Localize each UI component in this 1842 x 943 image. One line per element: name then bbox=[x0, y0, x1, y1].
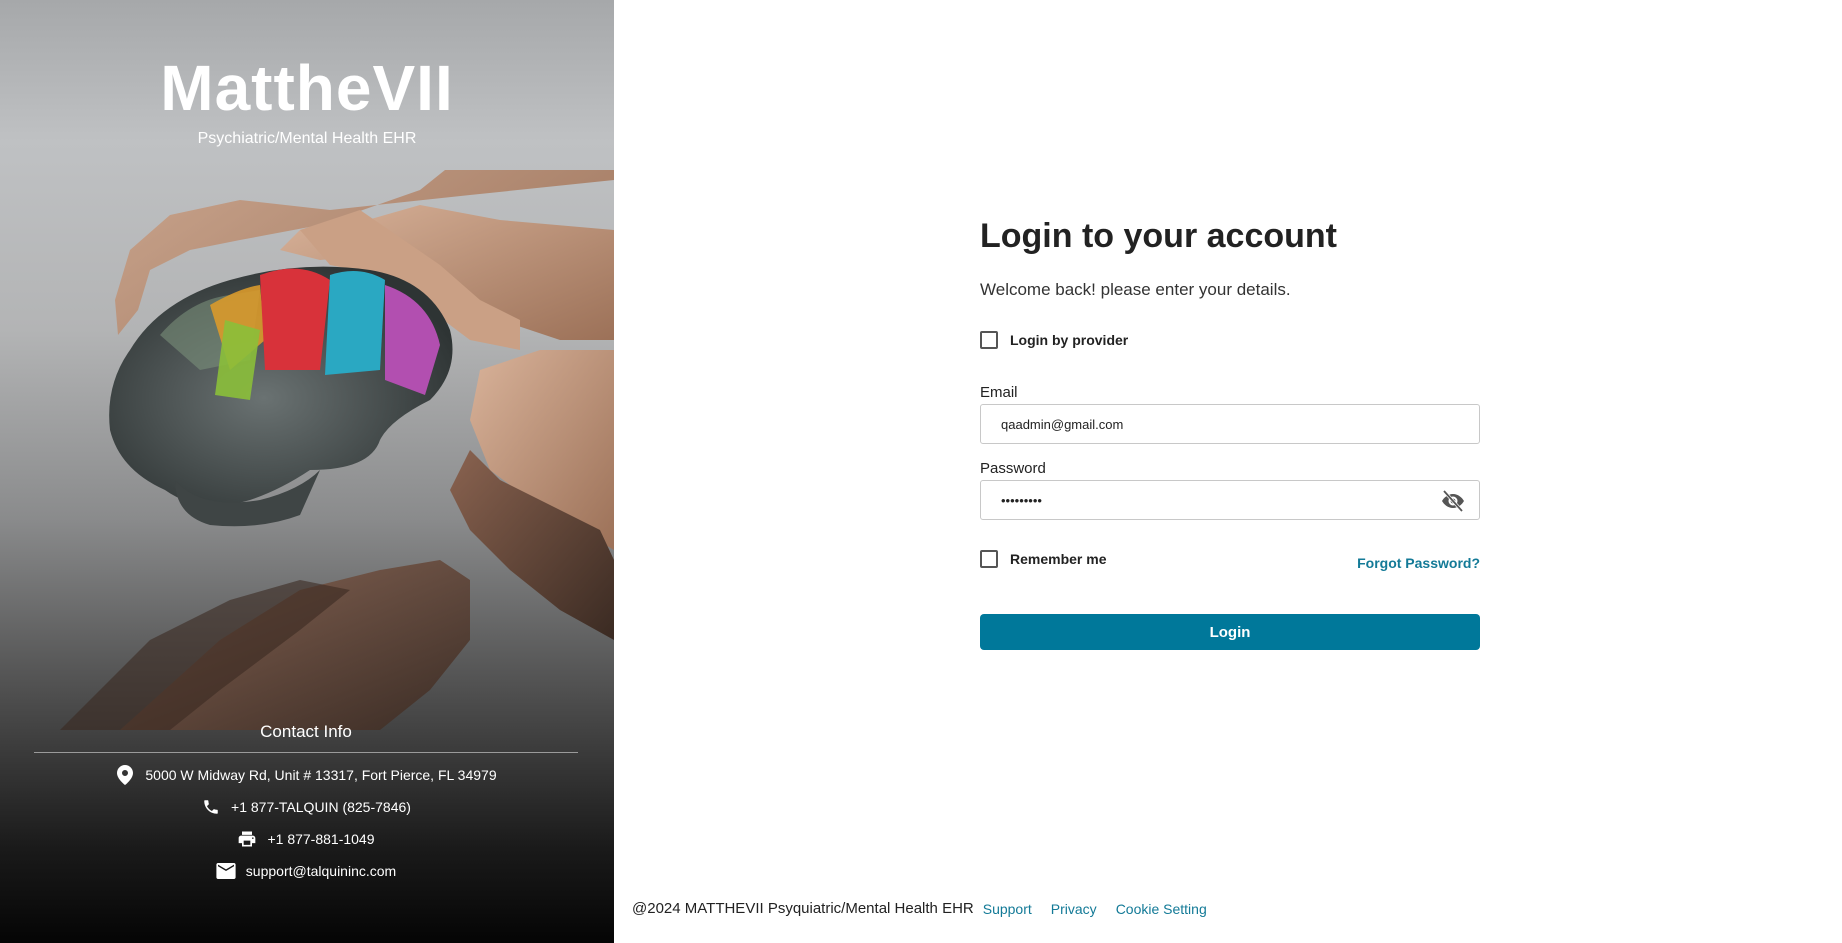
login-title: Login to your account bbox=[980, 217, 1337, 255]
email-label: Email bbox=[980, 384, 1018, 401]
footer-privacy-link[interactable]: Privacy bbox=[1051, 901, 1097, 917]
login-by-provider-checkbox[interactable] bbox=[980, 331, 998, 349]
email-field[interactable] bbox=[1001, 416, 1459, 432]
address-text: 5000 W Midway Rd, Unit # 13317, Fort Pie… bbox=[145, 767, 497, 783]
contact-info: Contact Info 5000 W Midway Rd, Unit # 13… bbox=[34, 722, 578, 881]
login-by-provider-row: Login by provider bbox=[980, 330, 1480, 350]
contact-email: support@talquininc.com bbox=[34, 861, 578, 881]
contact-fax: +1 877-881-1049 bbox=[34, 829, 578, 849]
fax-text: +1 877-881-1049 bbox=[267, 831, 375, 847]
password-field[interactable] bbox=[1001, 492, 1459, 508]
phone-icon bbox=[201, 797, 221, 817]
brand-title: MattheVII bbox=[160, 52, 454, 124]
email-field-box bbox=[980, 404, 1480, 444]
password-label: Password bbox=[980, 460, 1046, 477]
contact-title: Contact Info bbox=[34, 722, 578, 753]
password-field-box bbox=[980, 480, 1480, 520]
login-form: Login to your account Welcome back! plea… bbox=[980, 212, 1480, 650]
brand-panel: MattheVII Psychiatric/Mental Health EHR bbox=[0, 0, 614, 943]
brand-subtitle: Psychiatric/Mental Health EHR bbox=[197, 130, 417, 147]
remember-me-checkbox[interactable] bbox=[980, 550, 998, 568]
login-by-provider-label: Login by provider bbox=[1010, 332, 1129, 348]
footer: @2024 MATTHEVII Psyquiatric/Mental Healt… bbox=[632, 900, 1207, 917]
brain-hands-illustration bbox=[60, 170, 614, 730]
mail-icon bbox=[216, 861, 236, 881]
contact-address: 5000 W Midway Rd, Unit # 13317, Fort Pie… bbox=[34, 765, 578, 785]
remember-me-label: Remember me bbox=[1010, 551, 1107, 567]
remember-me-group: Remember me bbox=[980, 550, 1107, 568]
login-page: MattheVII Psychiatric/Mental Health EHR bbox=[0, 0, 1842, 943]
eye-off-icon[interactable] bbox=[1441, 489, 1465, 513]
remember-row: Remember me Forgot Password? bbox=[980, 548, 1480, 571]
login-subtitle: Welcome back! please enter your details. bbox=[980, 280, 1291, 299]
forgot-password-link[interactable]: Forgot Password? bbox=[1357, 555, 1480, 571]
location-pin-icon bbox=[115, 765, 135, 785]
login-button[interactable]: Login bbox=[980, 614, 1480, 650]
contact-phone: +1 877-TALQUIN (825-7846) bbox=[34, 797, 578, 817]
footer-cookie-setting-link[interactable]: Cookie Setting bbox=[1116, 901, 1207, 917]
brand-header: MattheVII Psychiatric/Mental Health EHR bbox=[0, 52, 614, 148]
footer-support-link[interactable]: Support bbox=[983, 901, 1032, 917]
email-text: support@talquininc.com bbox=[245, 863, 397, 879]
footer-copyright: @2024 MATTHEVII Psyquiatric/Mental Healt… bbox=[632, 900, 974, 917]
phone-text: +1 877-TALQUIN (825-7846) bbox=[231, 799, 411, 815]
fax-printer-icon bbox=[237, 829, 257, 849]
